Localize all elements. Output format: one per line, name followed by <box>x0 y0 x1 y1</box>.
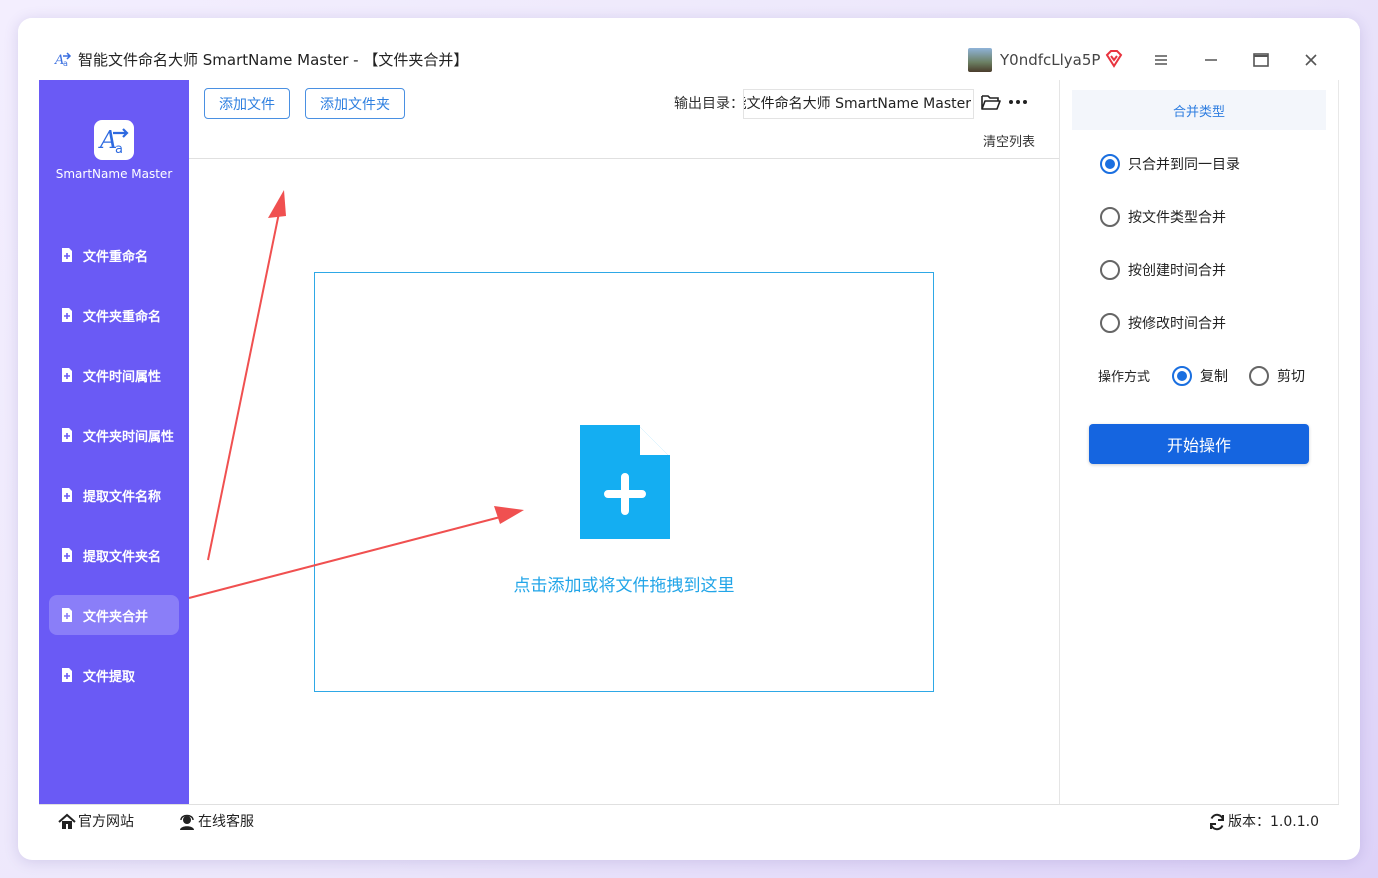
sidebar-item-label: 文件夹重命名 <box>83 309 162 325</box>
drop-hint-text: 点击添加或将文件拖拽到这里 <box>513 576 735 596</box>
file-icon <box>62 428 72 442</box>
sidebar-item-file-time[interactable]: 文件时间属性 <box>49 355 179 395</box>
radio-button[interactable] <box>1100 313 1120 333</box>
official-website-link[interactable]: 官方网站 <box>58 812 134 832</box>
svg-text:a: a <box>63 59 68 68</box>
file-icon <box>62 548 72 562</box>
output-dir-value: 智能文件命名大师 SmartName Master <box>743 96 971 112</box>
maximize-icon[interactable] <box>1249 48 1273 72</box>
merge-option-label: 按文件类型合并 <box>1128 210 1226 226</box>
sidebar-item-label: 文件重命名 <box>83 249 149 265</box>
title-bar: A a 智能文件命名大师 SmartName Master - 【文件夹合并】 … <box>18 18 1360 80</box>
file-icon <box>62 308 72 322</box>
add-file-icon <box>580 425 670 539</box>
sidebar-item-label: 文件时间属性 <box>83 369 162 385</box>
operation-cut-label: 剪切 <box>1277 369 1305 385</box>
merge-option-file-type[interactable]: 按文件类型合并 <box>1100 207 1226 227</box>
file-icon <box>62 608 72 622</box>
radio-button[interactable] <box>1100 260 1120 280</box>
refresh-icon <box>1210 813 1224 831</box>
user-name[interactable]: Y0ndfcLlya5P <box>1000 50 1100 70</box>
merge-option-label: 按修改时间合并 <box>1128 316 1226 332</box>
file-icon <box>62 248 72 262</box>
operation-cut-option[interactable]: 剪切 <box>1249 366 1305 386</box>
online-service-label: 在线客服 <box>198 814 254 830</box>
app-window: A a 智能文件命名大师 SmartName Master - 【文件夹合并】 … <box>18 18 1360 860</box>
radio-button[interactable] <box>1100 154 1120 174</box>
sidebar-item-extract-foldername[interactable]: 提取文件夹名 <box>49 535 179 575</box>
output-dir-field[interactable]: 智能文件命名大师 SmartName Master <box>743 89 974 119</box>
operation-copy-option[interactable]: 复制 <box>1172 366 1228 386</box>
folder-open-icon[interactable] <box>981 93 1001 111</box>
merge-option-label: 只合并到同一目录 <box>1128 157 1240 173</box>
add-folder-button[interactable]: 添加文件夹 <box>305 88 405 119</box>
file-icon <box>62 368 72 382</box>
more-options-icon[interactable] <box>1008 94 1028 110</box>
home-icon <box>58 813 76 829</box>
file-icon <box>62 668 72 682</box>
customer-service-icon <box>180 814 194 830</box>
window-title: 智能文件命名大师 SmartName Master - 【文件夹合并】 <box>78 51 469 69</box>
radio-button[interactable] <box>1249 366 1269 386</box>
app-logo-icon: A a <box>98 126 129 157</box>
radio-button[interactable] <box>1100 207 1120 227</box>
sidebar-item-file-extract[interactable]: 文件提取 <box>49 655 179 695</box>
svg-text:a: a <box>115 142 123 157</box>
divider <box>189 158 1059 159</box>
logo-text: SmartName Master <box>55 167 173 181</box>
sidebar-item-folder-rename[interactable]: 文件夹重命名 <box>49 295 179 335</box>
sidebar-item-label: 文件夹时间属性 <box>83 429 175 445</box>
app-logo: A a <box>94 120 134 160</box>
clear-list-button[interactable]: 清空列表 <box>983 134 1035 152</box>
sidebar-item-extract-filename[interactable]: 提取文件名称 <box>49 475 179 515</box>
file-drop-zone[interactable]: 点击添加或将文件拖拽到这里 <box>314 272 934 692</box>
online-service-link[interactable]: 在线客服 <box>178 812 254 832</box>
radio-button[interactable] <box>1172 366 1192 386</box>
merge-option-modify-time[interactable]: 按修改时间合并 <box>1100 313 1226 333</box>
divider <box>39 804 1339 805</box>
sidebar-item-folder-merge[interactable]: 文件夹合并 <box>49 595 179 635</box>
divider <box>1059 80 1060 805</box>
merge-option-label: 按创建时间合并 <box>1128 263 1226 279</box>
sidebar-item-folder-time[interactable]: 文件夹时间属性 <box>49 415 179 455</box>
sidebar-item-label: 文件提取 <box>83 669 136 685</box>
merge-type-header: 合并类型 <box>1072 90 1326 130</box>
sidebar-item-label: 提取文件夹名 <box>83 549 162 565</box>
vip-diamond-icon[interactable] <box>1104 49 1124 69</box>
official-website-label: 官方网站 <box>78 814 134 830</box>
close-icon[interactable] <box>1299 48 1323 72</box>
minimize-icon[interactable] <box>1199 48 1223 72</box>
add-file-button[interactable]: 添加文件 <box>204 88 290 119</box>
merge-option-create-time[interactable]: 按创建时间合并 <box>1100 260 1226 280</box>
user-avatar[interactable] <box>968 48 992 72</box>
sidebar-item-label: 提取文件名称 <box>83 489 162 505</box>
operation-copy-label: 复制 <box>1200 369 1228 385</box>
app-logo-icon: A a <box>54 52 72 68</box>
start-operation-button[interactable]: 开始操作 <box>1089 424 1309 464</box>
sidebar: A a SmartName Master 文件重命名 文件夹重命名 文件时间属性… <box>39 80 189 805</box>
version-label: 版本：1.0.1.0 <box>1228 814 1319 830</box>
merge-option-same-dir[interactable]: 只合并到同一目录 <box>1100 154 1240 174</box>
menu-icon[interactable] <box>1149 48 1173 72</box>
version-info[interactable]: 版本：1.0.1.0 <box>1208 812 1319 832</box>
divider <box>1338 80 1339 805</box>
file-icon <box>62 488 72 502</box>
output-dir-label: 输出目录： <box>674 96 744 112</box>
arrow-to-toolbar <box>207 190 286 561</box>
sidebar-item-label: 文件夹合并 <box>83 609 149 625</box>
sidebar-item-file-rename[interactable]: 文件重命名 <box>49 235 179 275</box>
operation-mode-label: 操作方式 <box>1098 370 1151 385</box>
